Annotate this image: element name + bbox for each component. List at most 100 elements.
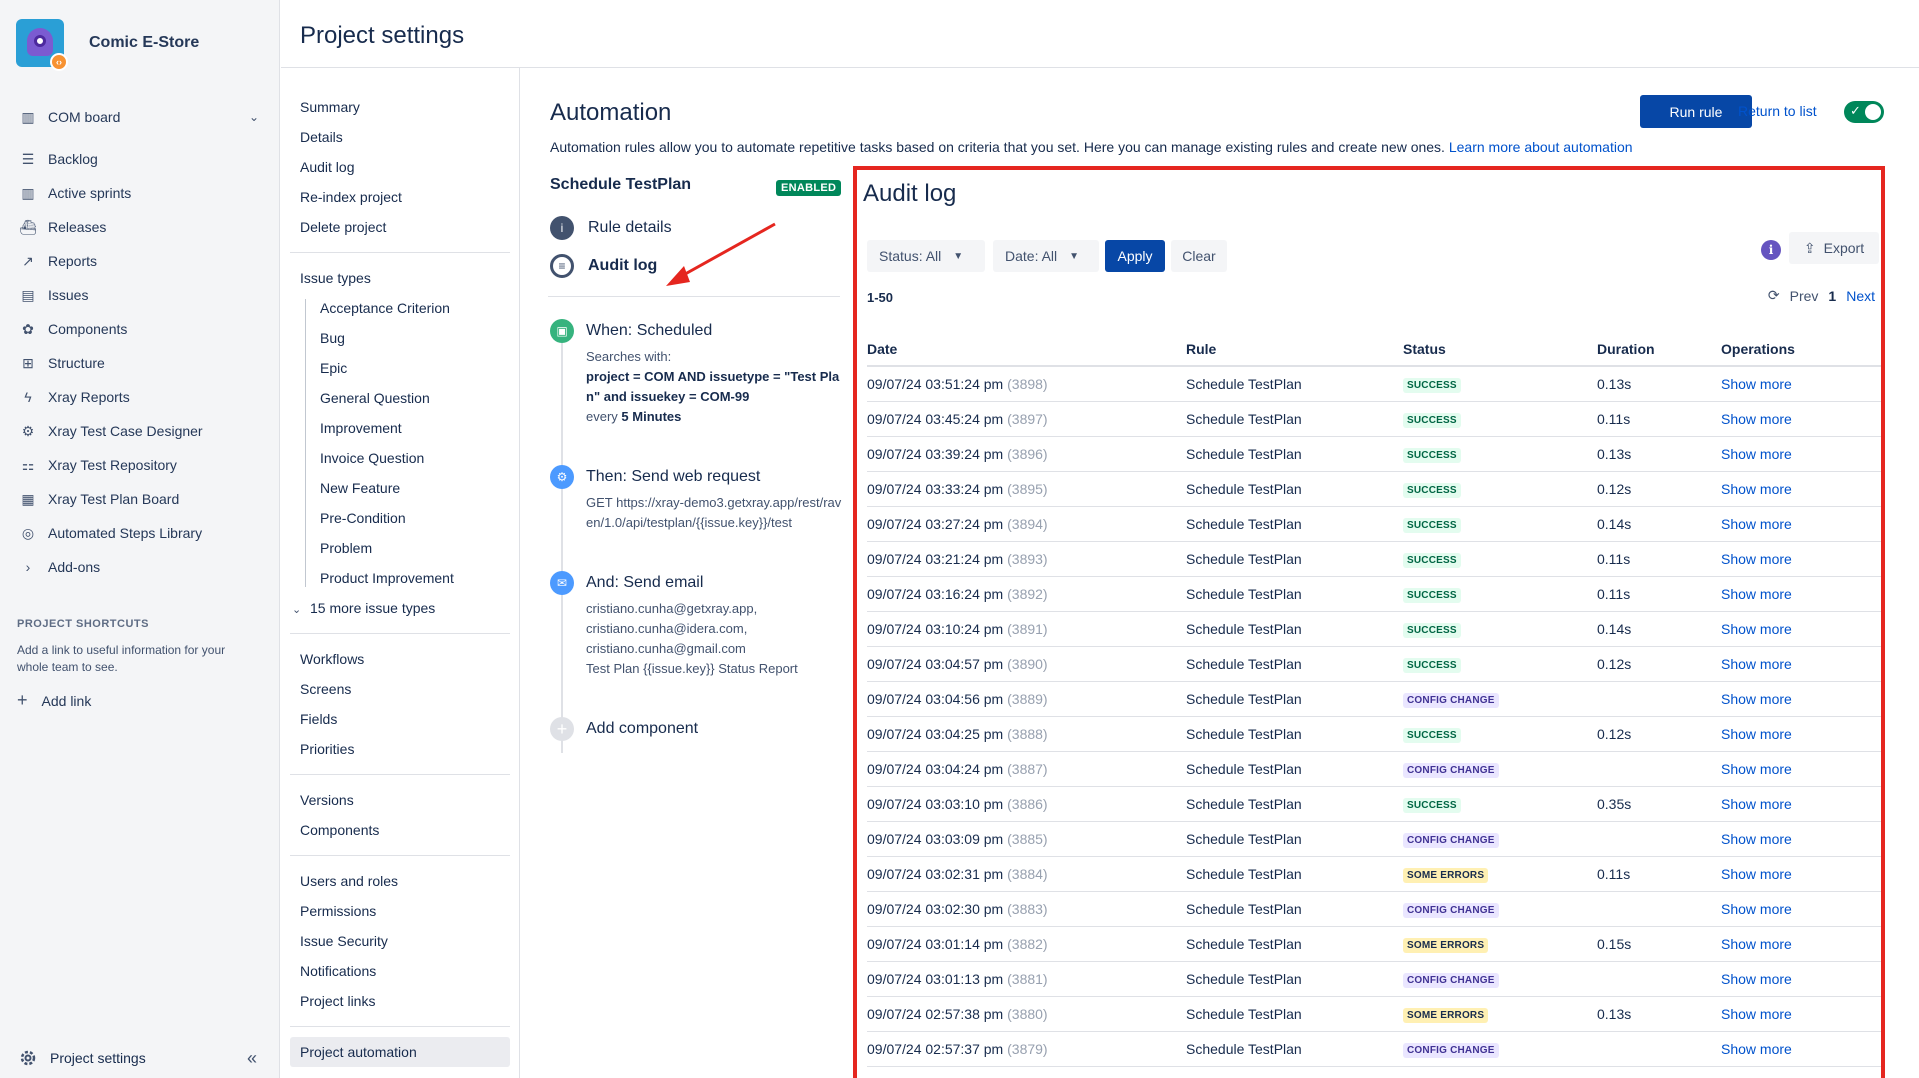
settings-link-details[interactable]: Details [290,122,510,152]
show-more-link[interactable]: Show more [1721,1006,1792,1022]
sidebar-item-backlog[interactable]: ☰ Backlog [0,142,279,176]
issue-type-epic[interactable]: Epic [290,353,510,383]
settings-link-issue-security[interactable]: Issue Security [290,926,510,956]
sidebar-item-xray-reports[interactable]: ϟ Xray Reports [0,380,279,414]
prev-page-button[interactable]: Prev [1790,288,1819,304]
export-button[interactable]: ⇪ Export [1789,232,1879,264]
automation-description-text: Automation rules allow you to automate r… [550,139,1445,155]
settings-link-delete-project[interactable]: Delete project [290,212,510,242]
apply-button[interactable]: Apply [1105,240,1165,272]
settings-link-re-index-project[interactable]: Re-index project [290,182,510,212]
sidebar-item-xray-test-plan-board[interactable]: ▦ Xray Test Plan Board [0,482,279,516]
sidebar-item-reports[interactable]: ↗ Reports [0,244,279,278]
show-more-link[interactable]: Show more [1721,796,1792,812]
settings-link-workflows[interactable]: Workflows [290,644,510,674]
show-more-link[interactable]: Show more [1721,691,1792,707]
settings-link-audit-log[interactable]: Audit log [290,152,510,182]
settings-link-components[interactable]: Components [290,815,510,845]
sidebar-item-add-ons[interactable]: › Add-ons [0,550,279,584]
date-filter-dropdown[interactable]: Date: All ▼ [993,240,1099,272]
more-issue-types-toggle[interactable]: ⌄ 15 more issue types [290,593,510,623]
issue-type-general-question[interactable]: General Question [290,383,510,413]
issue-type-product-improvement[interactable]: Product Improvement [290,563,510,593]
sidebar-item-project-settings[interactable]: Project settings « [0,1038,279,1078]
cell-status: SOME ERRORS [1403,996,1597,1032]
issue-type-new-feature[interactable]: New Feature [290,473,510,503]
settings-link-priorities[interactable]: Priorities [290,734,510,764]
issue-type-acceptance-criterion[interactable]: Acceptance Criterion [290,293,510,323]
sidebar-item-xray-test-case-designer[interactable]: ⚙ Xray Test Case Designer [0,414,279,448]
status-filter-dropdown[interactable]: Status: All ▼ [867,240,985,272]
issue-type-bug[interactable]: Bug [290,323,510,353]
rule-enabled-toggle[interactable]: ✓ [1844,101,1884,123]
show-more-link[interactable]: Show more [1721,516,1792,532]
column-header-duration[interactable]: Duration [1597,332,1721,367]
settings-link-project-links[interactable]: Project links [290,986,510,1016]
settings-link-permissions[interactable]: Permissions [290,896,510,926]
show-more-link[interactable]: Show more [1721,971,1792,987]
settings-link-project-automation[interactable]: Project automation [290,1037,510,1067]
issue-type-problem[interactable]: Problem [290,533,510,563]
run-rule-button[interactable]: Run rule [1640,95,1752,128]
show-more-link[interactable]: Show more [1721,481,1792,497]
collapse-sidebar-icon[interactable]: « [247,1048,257,1069]
column-header-status[interactable]: Status [1403,332,1597,367]
settings-link-issue-types[interactable]: Issue types [290,263,510,293]
cell-status: CONFIG CHANGE [1403,751,1597,787]
settings-link-users-and-roles[interactable]: Users and roles [290,866,510,896]
execution-id: (3896) [1007,445,1048,462]
sidebar-item-com-board[interactable]: ▥ COM board ⌄ [0,100,279,134]
sidebar-item-issues[interactable]: ▤ Issues [0,278,279,312]
send-email-component[interactable]: ✉ And: Send email cristiano.cunha@getxra… [550,571,840,679]
learn-more-link[interactable]: Learn more about automation [1449,139,1633,155]
cell-rule: Schedule TestPlan [1186,436,1403,472]
schedule-icon: ▣ [550,319,574,343]
cell-date: 09/07/24 03:01:14 pm (3882) [867,926,1186,962]
show-more-link[interactable]: Show more [1721,1041,1792,1057]
settings-link-summary[interactable]: Summary [290,92,510,122]
show-more-link[interactable]: Show more [1721,901,1792,917]
add-component-button[interactable]: + Add component [550,717,840,741]
show-more-link[interactable]: Show more [1721,866,1792,882]
sidebar-item-automated-steps-library[interactable]: ◎ Automated Steps Library [0,516,279,550]
issue-type-invoice-question[interactable]: Invoice Question [290,443,510,473]
column-header-date[interactable]: Date [867,332,1186,367]
cell-date: 09/07/24 03:03:09 pm (3885) [867,821,1186,857]
settings-link-notifications[interactable]: Notifications [290,956,510,986]
show-more-link[interactable]: Show more [1721,761,1792,777]
next-page-button[interactable]: Next [1846,288,1875,304]
show-more-link[interactable]: Show more [1721,936,1792,952]
sidebar-item-releases[interactable]: ⛴ Releases [0,210,279,244]
web-request-component[interactable]: ⚙ Then: Send web request GET https://xra… [550,465,841,533]
show-more-link[interactable]: Show more [1721,621,1792,637]
chevron-down-icon[interactable]: ⌄ [249,110,259,124]
settings-link-fields[interactable]: Fields [290,704,510,734]
show-more-link[interactable]: Show more [1721,446,1792,462]
sidebar-item-structure[interactable]: ⊞ Structure [0,346,279,380]
show-more-link[interactable]: Show more [1721,726,1792,742]
settings-link-screens[interactable]: Screens [290,674,510,704]
cell-date: 09/07/24 03:04:56 pm (3889) [867,681,1186,717]
clear-button[interactable]: Clear [1171,240,1227,272]
trigger-component[interactable]: ▣ When: Scheduled Searches with: project… [550,319,840,427]
project-header[interactable]: ‹› Comic E-Store [0,0,279,71]
settings-link-versions[interactable]: Versions [290,785,510,815]
email-subject: Test Plan {{issue.key}} Status Report [586,661,798,676]
show-more-link[interactable]: Show more [1721,551,1792,567]
column-header-rule[interactable]: Rule [1186,332,1403,367]
sidebar-item-active-sprints[interactable]: ▥ Active sprints [0,176,279,210]
show-more-link[interactable]: Show more [1721,411,1792,427]
info-icon[interactable]: i [1761,240,1781,260]
show-more-link[interactable]: Show more [1721,376,1792,392]
refresh-icon[interactable]: ⟳ [1768,287,1780,304]
issue-type-improvement[interactable]: Improvement [290,413,510,443]
add-link-button[interactable]: + Add link [17,690,279,711]
return-to-list-link[interactable]: Return to list [1738,103,1817,119]
issue-type-pre-condition[interactable]: Pre-Condition [290,503,510,533]
sidebar-item-xray-test-repository[interactable]: ⚏ Xray Test Repository [0,448,279,482]
show-more-link[interactable]: Show more [1721,586,1792,602]
cell-duration: 0.13s [1597,996,1721,1032]
show-more-link[interactable]: Show more [1721,656,1792,672]
show-more-link[interactable]: Show more [1721,831,1792,847]
sidebar-item-components[interactable]: ✿ Components [0,312,279,346]
